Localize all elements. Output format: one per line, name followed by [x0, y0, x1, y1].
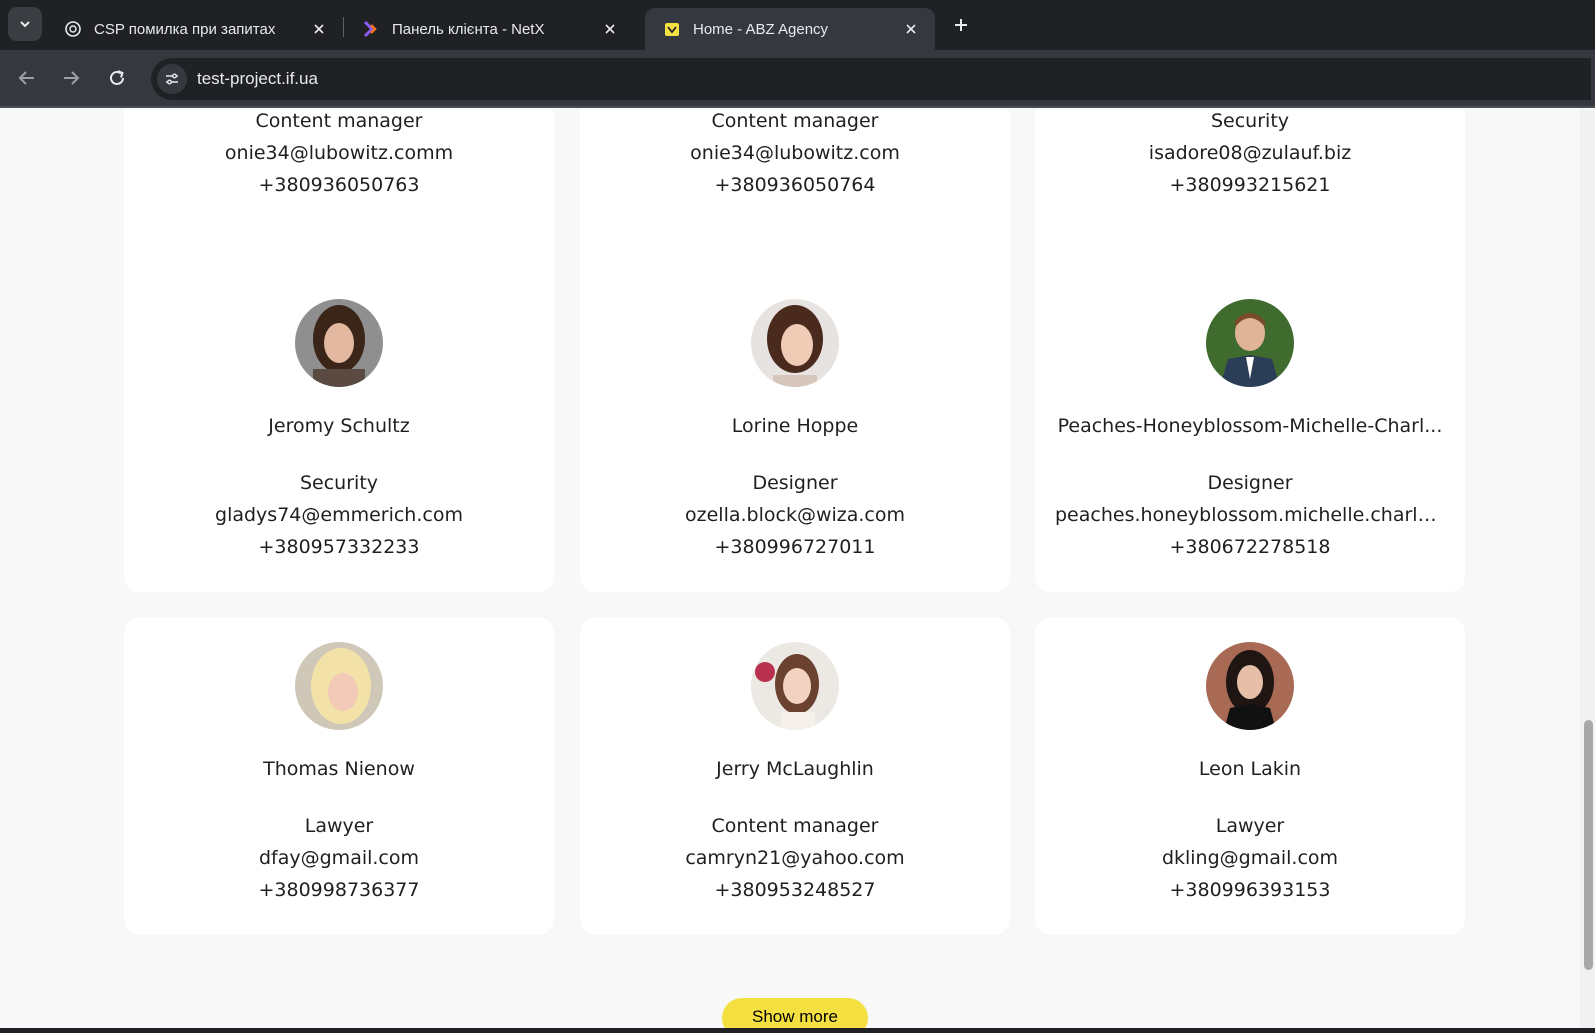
chevron-down-icon — [20, 21, 30, 28]
user-email: ozella.block@wiza.com — [685, 504, 905, 526]
user-avatar — [751, 299, 839, 387]
user-position: Security — [299, 472, 379, 494]
user-avatar — [1206, 642, 1294, 730]
user-name: Jerry McLaughlin — [716, 758, 874, 780]
user-name: Lorine Hoppe — [731, 415, 859, 437]
user-position: Content manager — [711, 815, 879, 837]
tab-title: Home - ABZ Agency — [693, 20, 829, 38]
close-icon[interactable] — [309, 19, 329, 39]
arrow-right-icon — [64, 71, 80, 85]
user-avatar — [295, 299, 383, 387]
user-card: Jerry McLaughlin Content manager camryn2… — [580, 617, 1010, 935]
user-phone: +380957332233 — [258, 536, 420, 558]
tab-strip: CSP помилка при запитах Панель клієнта -… — [0, 0, 1595, 50]
user-name: Jeromy Schultz — [268, 415, 410, 437]
close-icon[interactable] — [901, 19, 921, 39]
user-email: peaches.honeyblossom.michelle.charlott..… — [1055, 504, 1445, 526]
reload-button[interactable] — [103, 64, 131, 92]
tab-search-button[interactable] — [8, 7, 42, 41]
user-position: Designer — [752, 472, 838, 494]
tab-title: CSP помилка при запитах — [94, 20, 276, 38]
user-phone: +380672278518 — [1169, 536, 1331, 558]
user-email: camryn21@yahoo.com — [685, 847, 905, 869]
user-name: Thomas Nienow — [263, 758, 415, 780]
page-viewport: Content manager onie34@lubowitz.comm +38… — [0, 110, 1580, 1033]
user-position: Lawyer — [1215, 815, 1285, 837]
user-phone: +380996727011 — [714, 536, 876, 558]
user-email: dfay@gmail.com — [258, 847, 420, 869]
user-position: Content manager — [711, 110, 879, 132]
user-phone: +380996393153 — [1169, 879, 1331, 901]
url-text: test-project.if.ua — [197, 69, 318, 88]
arrow-left-icon — [18, 71, 34, 85]
user-phone: +380936050764 — [714, 174, 876, 196]
site-info-icon[interactable] — [157, 64, 187, 94]
window-bottom-edge — [0, 1028, 1595, 1033]
user-position: Content manager — [255, 110, 423, 132]
new-tab-button[interactable] — [948, 12, 974, 38]
reload-icon — [110, 70, 124, 85]
user-phone: +380936050763 — [258, 174, 420, 196]
abz-logo-icon — [663, 20, 681, 38]
user-email: onie34@lubowitz.com — [690, 142, 900, 164]
browser-toolbar: test-project.if.ua — [0, 50, 1595, 108]
user-avatar — [751, 642, 839, 730]
user-email: onie34@lubowitz.comm — [224, 142, 454, 164]
page-scrollbar[interactable] — [1580, 110, 1595, 1033]
user-position: Security — [1210, 110, 1290, 132]
forward-button[interactable] — [57, 64, 85, 92]
user-position: Lawyer — [304, 815, 374, 837]
address-bar[interactable]: test-project.if.ua — [151, 58, 1591, 100]
user-name: Peaches-Honeyblossom-Michelle-Charl... — [1057, 415, 1443, 437]
user-phone: +380993215621 — [1169, 174, 1331, 196]
tab-abz-agency[interactable]: Home - ABZ Agency — [645, 8, 935, 50]
plus-icon — [955, 19, 967, 31]
user-avatar — [1206, 299, 1294, 387]
close-icon[interactable] — [600, 19, 620, 39]
user-card: Peaches-Honeyblossom-Michelle-Charl... D… — [1035, 274, 1465, 592]
tab-title: Панель клієнта - NetX — [392, 20, 545, 38]
netx-icon — [362, 20, 380, 38]
user-email: isadore08@zulauf.biz — [1148, 142, 1352, 164]
user-phone: +380953248527 — [714, 879, 876, 901]
user-card: Lorine Hoppe Designer ozella.block@wiza.… — [580, 274, 1010, 592]
scrollbar-thumb[interactable] — [1584, 720, 1593, 970]
user-name: Leon Lakin — [1198, 758, 1302, 780]
tab-csp[interactable]: CSP помилка при запитах — [46, 8, 343, 50]
user-position: Designer — [1207, 472, 1293, 494]
user-phone: +380998736377 — [258, 879, 420, 901]
user-avatar — [295, 642, 383, 730]
tab-netx[interactable]: Панель клієнта - NetX — [344, 8, 634, 50]
user-email: gladys74@emmerich.com — [215, 504, 463, 526]
user-email: dkling@gmail.com — [1161, 847, 1339, 869]
user-card: Jeromy Schultz Security gladys74@emmeric… — [124, 274, 554, 592]
user-card: Thomas Nienow Lawyer dfay@gmail.com +380… — [124, 617, 554, 935]
chatgpt-icon — [64, 20, 82, 38]
back-button[interactable] — [13, 64, 41, 92]
user-card: Leon Lakin Lawyer dkling@gmail.com +3809… — [1035, 617, 1465, 935]
